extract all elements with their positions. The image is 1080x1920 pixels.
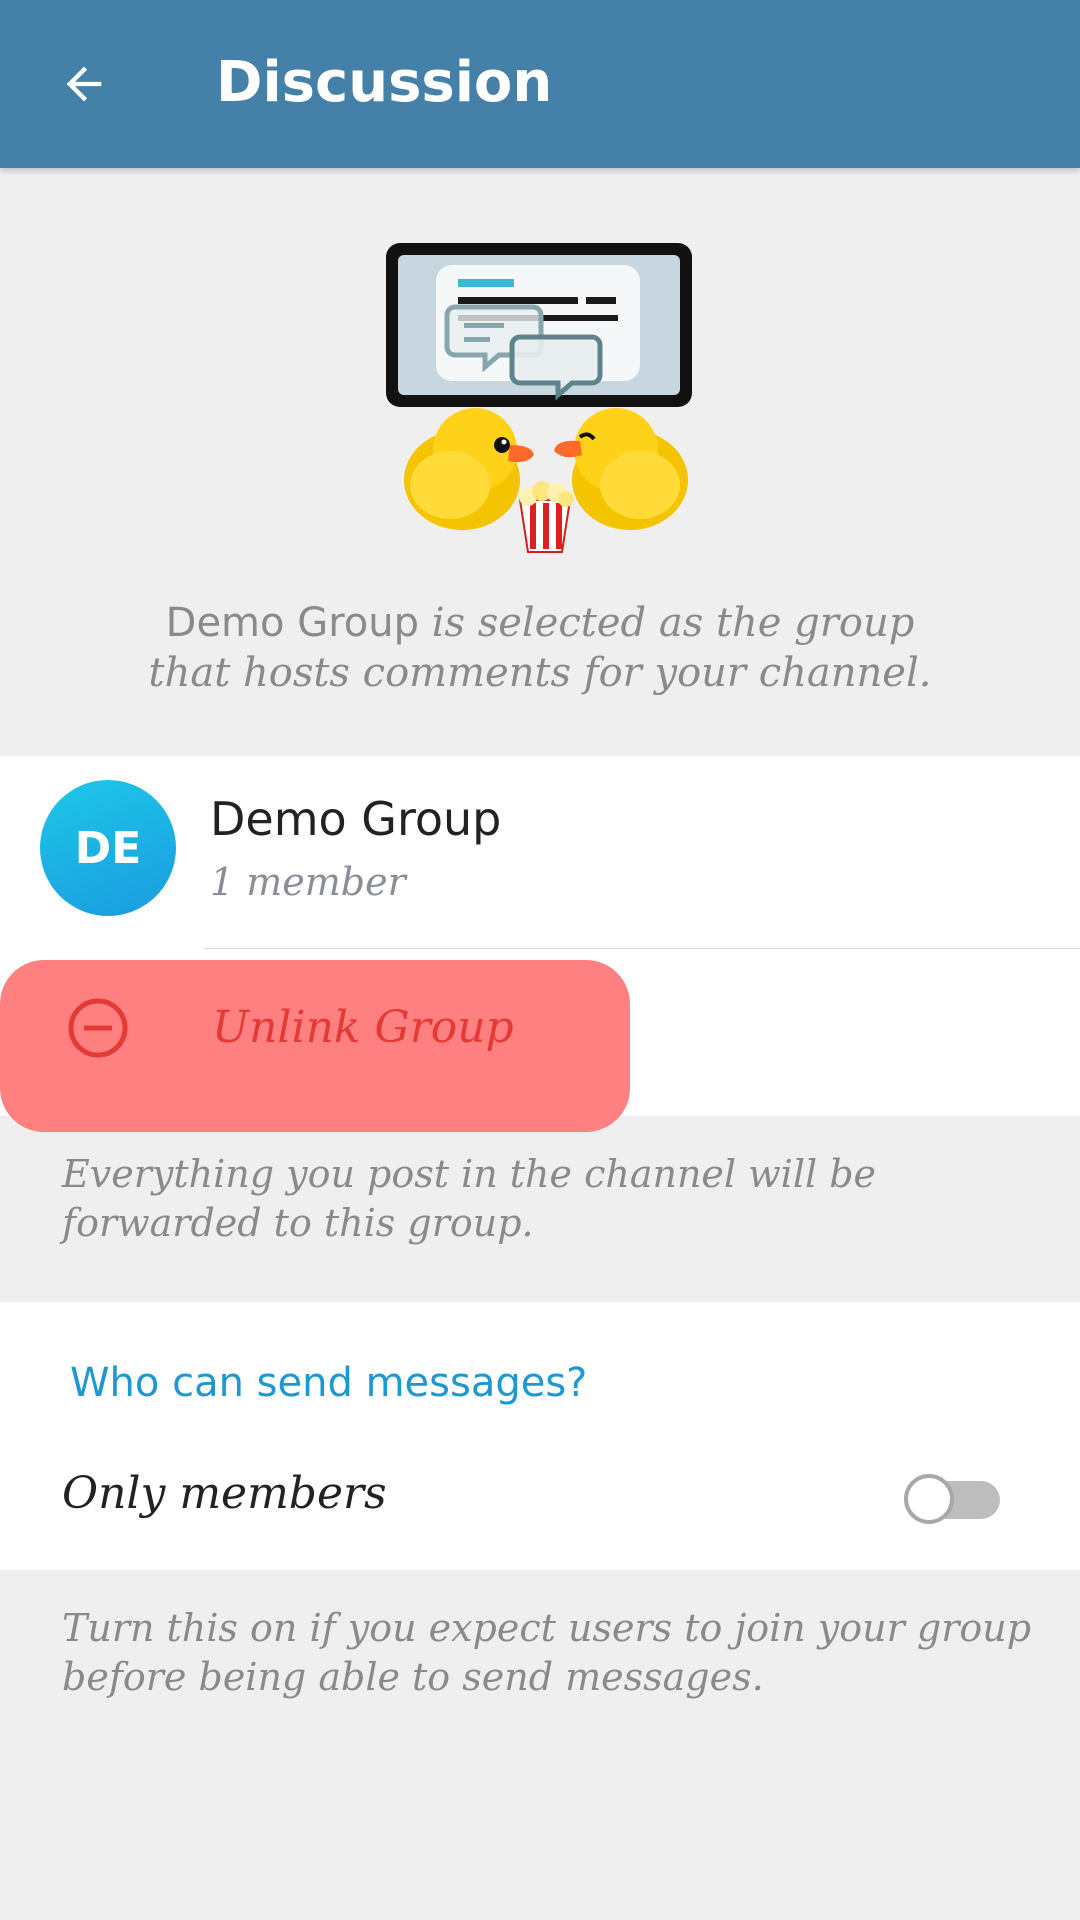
permissions-card: Who can send messages? Only members — [0, 1302, 1080, 1570]
discussion-info-text: Demo Group is selected as the group that… — [120, 598, 960, 698]
forward-note: Everything you post in the channel will … — [62, 1152, 877, 1245]
toggle-knob — [904, 1474, 954, 1524]
back-button[interactable] — [40, 44, 128, 124]
only-members-label[interactable]: Only members — [62, 1468, 387, 1519]
members-hint-note: Turn this on if you expect users to join… — [62, 1606, 1032, 1699]
divider — [204, 948, 1080, 949]
section-header: Who can send messages? — [70, 1360, 588, 1406]
only-members-toggle[interactable] — [904, 1472, 1004, 1528]
unlink-group-label[interactable]: Unlink Group — [212, 1002, 514, 1053]
info-group-name: Demo Group — [165, 600, 419, 646]
minus-circle-icon — [68, 998, 128, 1058]
linked-group-card: DE Demo Group 1 member — [0, 756, 1080, 1132]
arrow-back-icon — [66, 66, 102, 102]
avatar[interactable]: DE — [40, 780, 176, 916]
member-count: 1 member — [210, 860, 406, 904]
discussion-illustration — [386, 243, 692, 553]
page-title: Discussion — [216, 50, 553, 115]
group-name[interactable]: Demo Group — [210, 792, 501, 846]
app-bar: Discussion — [0, 0, 1080, 168]
